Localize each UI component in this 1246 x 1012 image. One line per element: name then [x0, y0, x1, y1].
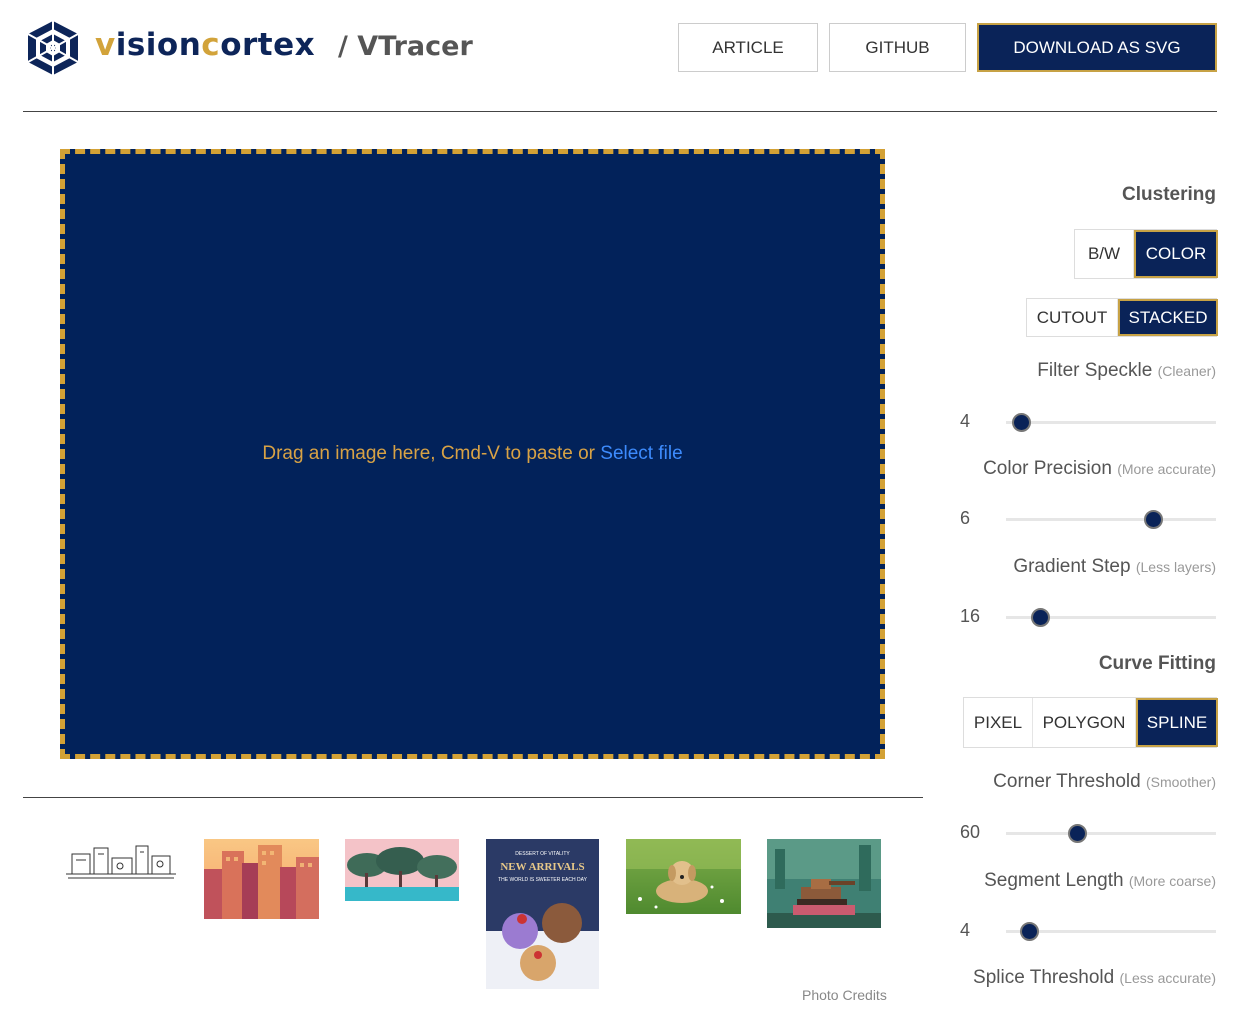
drop-instructions: Drag an image here, Cmd-V to paste or Se… [262, 443, 683, 464]
poster-subtitle: THE WORLD IS SWEETER EACH DAY [498, 877, 587, 883]
stacked-option[interactable]: STACKED [1118, 299, 1218, 336]
filter-speckle-value: 4 [960, 411, 971, 431]
hierarchy-toggle: CUTOUT STACKED [1026, 298, 1218, 337]
segment-length-slider[interactable] [1006, 922, 1216, 941]
filter-speckle-label: Filter Speckle (Cleaner) [1037, 360, 1216, 381]
color-precision-label: Color Precision (More accurate) [983, 458, 1216, 479]
gradient-step-label: Gradient Step (Less layers) [1013, 556, 1216, 577]
bw-option[interactable]: B/W [1075, 230, 1134, 278]
gallery-thumb-trees[interactable] [345, 839, 459, 901]
curve-fitting-title: Curve Fitting [1098, 653, 1216, 674]
app-title: / VTracer [338, 31, 473, 62]
gallery-thumb-pixel-art[interactable] [767, 839, 881, 928]
gallery-thumb-dog[interactable] [626, 839, 741, 914]
brand-wordmark: visioncortex [95, 27, 316, 63]
segment-length-value: 4 [960, 920, 971, 940]
gallery-thumb-sketch[interactable] [64, 840, 178, 884]
color-precision-slider[interactable] [1006, 510, 1216, 529]
filter-speckle-handle[interactable] [1011, 413, 1031, 432]
color-precision-handle[interactable] [1144, 510, 1163, 529]
gradient-step-value: 16 [960, 606, 981, 626]
gradient-step-handle[interactable] [1030, 608, 1050, 627]
splice-threshold-label: Splice Threshold (Less accurate) [973, 967, 1216, 988]
corner-threshold-slider[interactable] [1006, 824, 1216, 843]
color-mode-toggle: B/W COLOR [1074, 229, 1218, 279]
corner-threshold-value: 60 [960, 822, 981, 842]
clustering-title: Clustering [1122, 184, 1216, 205]
gallery-divider [23, 797, 923, 798]
corner-threshold-handle[interactable] [1068, 824, 1088, 843]
poster-title: NEW ARRIVALS [500, 861, 585, 873]
header-divider [23, 111, 1217, 112]
visioncortex-logo-icon[interactable] [26, 19, 80, 77]
segment-length-label: Segment Length (More coarse) [984, 870, 1216, 891]
photo-credits-link[interactable]: Photo Credits [802, 987, 887, 1003]
github-button[interactable]: GITHUB [829, 23, 966, 72]
spline-option[interactable]: SPLINE [1136, 698, 1218, 747]
cutout-option[interactable]: CUTOUT [1027, 299, 1118, 336]
gradient-step-slider[interactable] [1006, 608, 1216, 627]
color-option[interactable]: COLOR [1134, 230, 1218, 278]
image-drop-zone[interactable]: Drag an image here, Cmd-V to paste or Se… [60, 149, 885, 759]
filter-speckle-slider[interactable] [1006, 413, 1216, 432]
color-precision-value: 6 [960, 508, 971, 528]
select-file-link[interactable]: Select file [600, 443, 682, 464]
article-button[interactable]: ARTICLE [678, 23, 818, 72]
poster-top-text: DESSERT OF VITALITY [515, 851, 570, 857]
gallery-thumb-city[interactable] [204, 839, 319, 919]
download-svg-button[interactable]: DOWNLOAD AS SVG [977, 23, 1217, 72]
polygon-option[interactable]: POLYGON [1033, 698, 1136, 747]
pixel-option[interactable]: PIXEL [964, 698, 1033, 747]
segment-length-handle[interactable] [1020, 922, 1040, 941]
corner-threshold-label: Corner Threshold (Smoother) [993, 771, 1216, 792]
curve-mode-toggle: PIXEL POLYGON SPLINE [963, 697, 1218, 748]
gallery-thumb-poster[interactable]: DESSERT OF VITALITY NEW ARRIVALS THE WOR… [486, 839, 599, 989]
